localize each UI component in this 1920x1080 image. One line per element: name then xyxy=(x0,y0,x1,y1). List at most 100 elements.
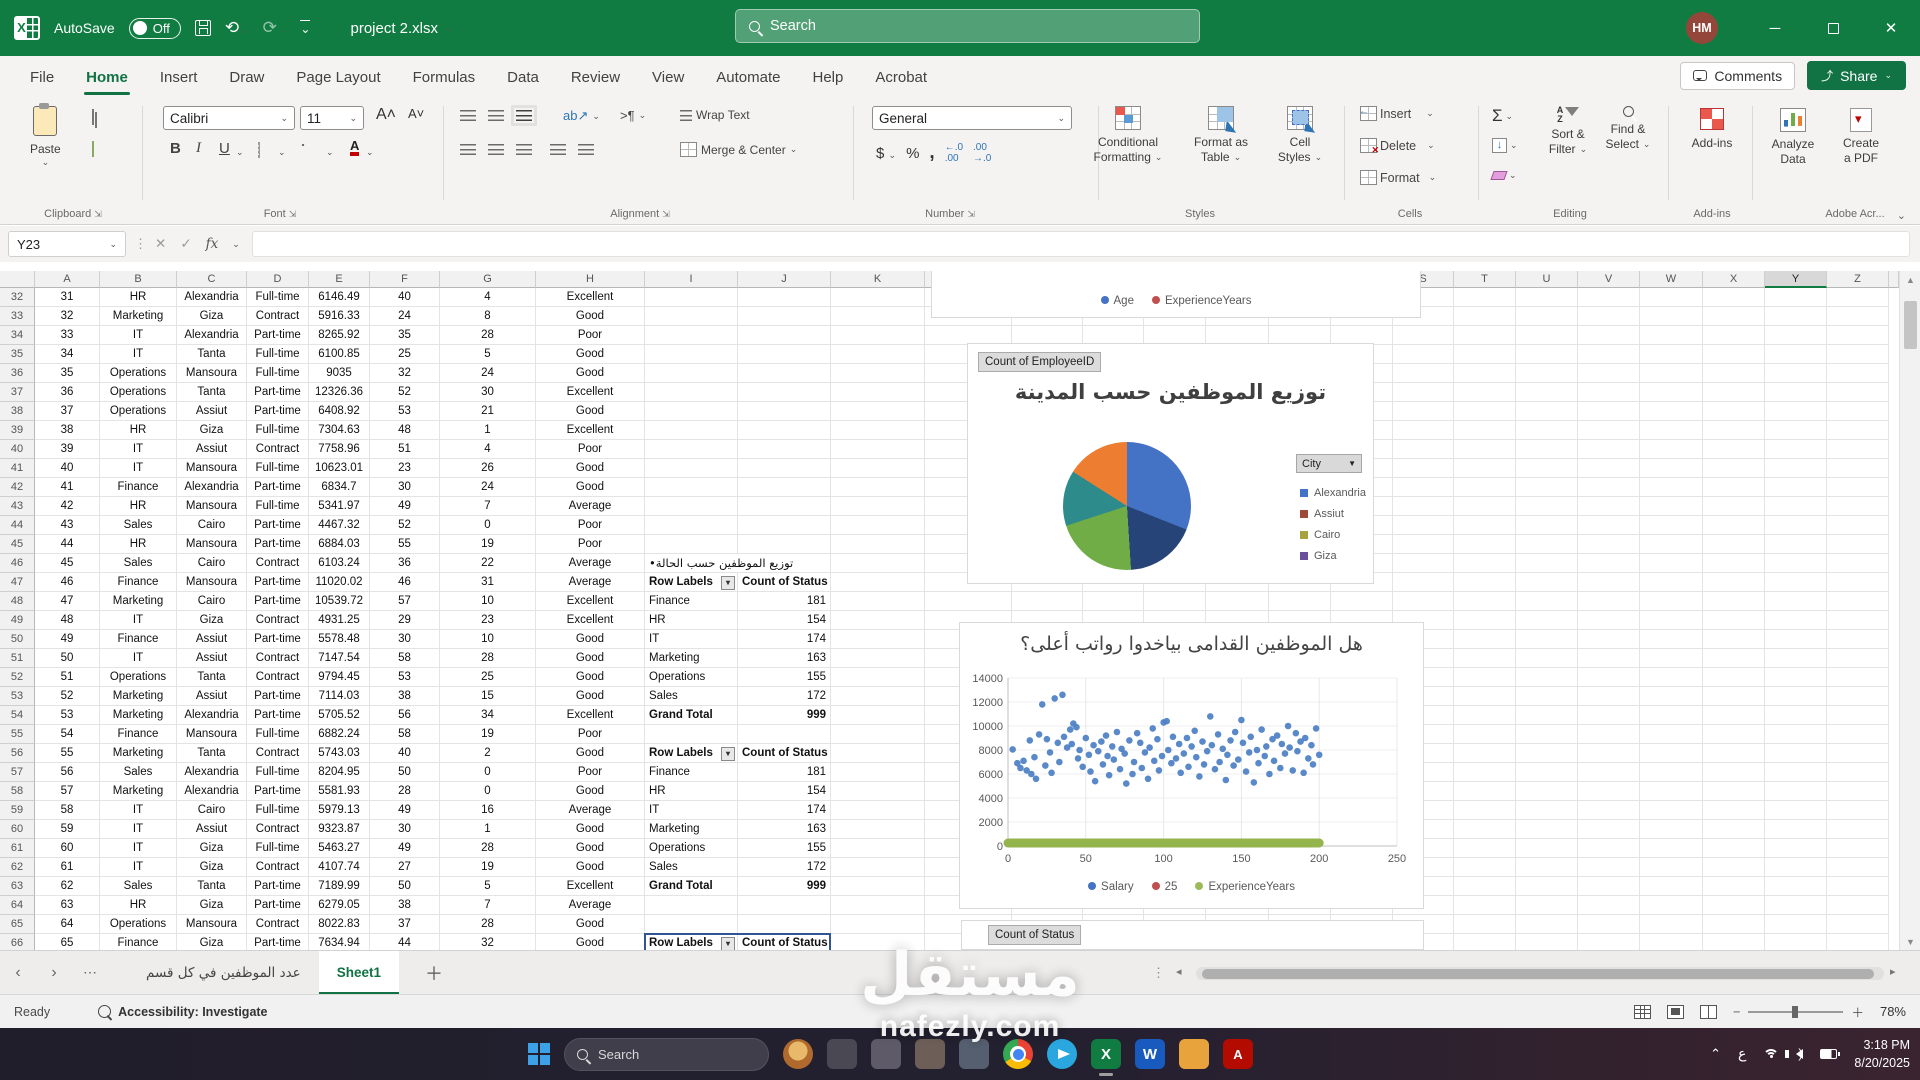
grid-cell[interactable]: Mansoura xyxy=(177,459,247,478)
grid-cell[interactable] xyxy=(1827,896,1889,915)
row-header-32[interactable]: 32 xyxy=(0,288,35,307)
taskbar-clock[interactable]: 3:18 PM 8/20/2025 xyxy=(1854,1036,1910,1072)
grid-cell[interactable]: Good xyxy=(536,402,645,421)
grid-cell[interactable] xyxy=(738,345,831,364)
grid-cell[interactable] xyxy=(1393,383,1454,402)
grid-cell[interactable]: 30 xyxy=(440,383,536,402)
grid-cell[interactable] xyxy=(831,497,925,516)
grid-cell[interactable] xyxy=(1765,573,1827,592)
grid-cell[interactable] xyxy=(645,364,738,383)
row-header-54[interactable]: 54 xyxy=(0,706,35,725)
grid-cell[interactable]: 40 xyxy=(370,744,440,763)
grid-cell[interactable] xyxy=(1578,421,1640,440)
avatar[interactable]: HM xyxy=(1686,12,1718,44)
grid-cell[interactable] xyxy=(645,478,738,497)
grid-cell[interactable]: Giza xyxy=(177,896,247,915)
grid-cell[interactable] xyxy=(1393,440,1454,459)
grid-cell[interactable] xyxy=(1578,459,1640,478)
chart-bottom-clipped[interactable]: Count of Status xyxy=(961,920,1424,950)
grid-cell[interactable] xyxy=(1765,288,1827,307)
grid-cell[interactable]: Assiut xyxy=(177,402,247,421)
format-cells-button[interactable]: Format⌄ xyxy=(1360,170,1436,185)
grid-cell[interactable]: Part-time xyxy=(247,478,309,497)
grid-cell[interactable]: Full-time xyxy=(247,763,309,782)
grid-cell[interactable] xyxy=(645,516,738,535)
excel-taskbar-icon[interactable]: X xyxy=(1091,1039,1121,1069)
grid-cell[interactable] xyxy=(1703,782,1765,801)
grid-cell[interactable]: 5581.93 xyxy=(309,782,370,801)
grid-cell[interactable]: Sales xyxy=(100,877,177,896)
grid-cell[interactable] xyxy=(1454,687,1516,706)
grid-cell[interactable]: Finance xyxy=(100,630,177,649)
row-header-62[interactable]: 62 xyxy=(0,858,35,877)
grid-cell[interactable]: 32 xyxy=(370,364,440,383)
grid-cell[interactable] xyxy=(1516,915,1578,934)
grid-cell[interactable] xyxy=(831,478,925,497)
row-header-51[interactable]: 51 xyxy=(0,649,35,668)
grid-cell[interactable] xyxy=(1578,649,1640,668)
grid-cell[interactable]: Good xyxy=(536,744,645,763)
grid-cell[interactable]: Part-time xyxy=(247,706,309,725)
grid-cell[interactable] xyxy=(831,611,925,630)
column-header-D[interactable]: D xyxy=(247,271,309,288)
grid-cell[interactable] xyxy=(1393,497,1454,516)
grid-cell[interactable] xyxy=(738,364,831,383)
grid-cell[interactable]: Sales xyxy=(100,554,177,573)
grid-cell[interactable] xyxy=(1454,934,1516,950)
grid-cell[interactable] xyxy=(738,516,831,535)
next-sheet-button[interactable]: › xyxy=(36,964,72,982)
grid-cell[interactable]: 5705.52 xyxy=(309,706,370,725)
grid-cell[interactable] xyxy=(831,649,925,668)
grid-cell[interactable] xyxy=(1703,383,1765,402)
grid-cell[interactable]: Finance xyxy=(100,573,177,592)
grid-cell[interactable]: Operations xyxy=(100,383,177,402)
city-filter-button[interactable]: City▼ xyxy=(1296,454,1362,473)
grid-cell[interactable] xyxy=(1454,630,1516,649)
grid-cell[interactable]: IT xyxy=(100,459,177,478)
grid-cell[interactable] xyxy=(645,307,738,326)
volume-icon[interactable] xyxy=(1796,1049,1803,1059)
align-right-button[interactable] xyxy=(516,144,532,155)
pivot-row-label[interactable]: HR xyxy=(645,782,738,801)
column-header-partial[interactable] xyxy=(1889,271,1899,288)
grid-cell[interactable] xyxy=(1827,934,1889,950)
normal-view-button[interactable] xyxy=(1634,1005,1651,1019)
grid-cell[interactable]: IT xyxy=(100,858,177,877)
italic-button[interactable]: I xyxy=(196,140,201,157)
grid-cell[interactable] xyxy=(738,915,831,934)
grid-cell[interactable] xyxy=(1516,592,1578,611)
grid-cell[interactable]: 32 xyxy=(440,934,536,950)
grid-cell[interactable] xyxy=(1516,611,1578,630)
merge-center-button[interactable]: Merge & Center ⌄ xyxy=(680,142,797,157)
row-header-48[interactable]: 48 xyxy=(0,592,35,611)
grid-cell[interactable]: 35 xyxy=(35,364,100,383)
grid-cell[interactable] xyxy=(831,535,925,554)
quick-access-toolbar-button[interactable]: ⌄ xyxy=(300,20,310,36)
grid-cell[interactable] xyxy=(1454,877,1516,896)
grid-cell[interactable]: Average xyxy=(536,554,645,573)
grid-cell[interactable]: Full-time xyxy=(247,801,309,820)
row-header-46[interactable]: 46 xyxy=(0,554,35,573)
grid-cell[interactable]: 24 xyxy=(440,478,536,497)
grid-cell[interactable] xyxy=(831,326,925,345)
grid-cell[interactable] xyxy=(831,288,925,307)
grid-cell[interactable]: Operations xyxy=(100,668,177,687)
column-header-Z[interactable]: Z xyxy=(1827,271,1889,288)
grid-cell[interactable] xyxy=(1516,554,1578,573)
grid-cell[interactable] xyxy=(1827,307,1889,326)
app-icon[interactable] xyxy=(959,1039,989,1069)
grid-cell[interactable] xyxy=(1765,725,1827,744)
dialog-launcher-icon[interactable]: ⇲ xyxy=(94,209,102,219)
grid-cell[interactable]: 27 xyxy=(370,858,440,877)
paste-button[interactable]: Paste ⌄ xyxy=(30,106,61,168)
collapse-ribbon-button[interactable]: ⌄ xyxy=(1897,209,1906,222)
grid-cell[interactable] xyxy=(831,896,925,915)
grid-cell[interactable] xyxy=(831,858,925,877)
grid-cell[interactable]: 7304.63 xyxy=(309,421,370,440)
grid-cell[interactable]: Part-time xyxy=(247,516,309,535)
grid-cell[interactable] xyxy=(1516,687,1578,706)
grid-cell[interactable] xyxy=(1454,345,1516,364)
grid-cell[interactable] xyxy=(1640,896,1703,915)
column-header-J[interactable]: J xyxy=(738,271,831,288)
grid-cell[interactable] xyxy=(1516,896,1578,915)
